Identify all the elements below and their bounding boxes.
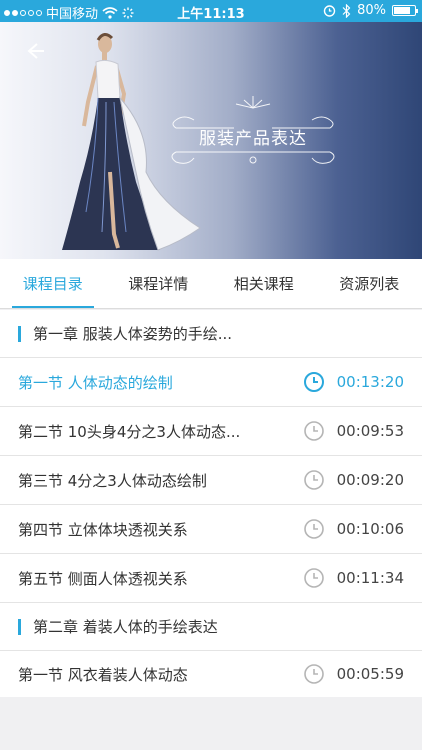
clock-icon [304, 519, 324, 539]
chapter-header[interactable]: 第一章 服装人体姿势的手绘... [0, 310, 422, 358]
alarm-icon [323, 5, 336, 17]
lesson-item[interactable]: 第五节 侧面人体透视关系 00:11:34 [0, 554, 422, 603]
banner-title: 服装产品表达 [199, 129, 307, 149]
lesson-duration: 00:13:20 [336, 373, 404, 391]
lesson-name: 第三节 4分之3人体动态绘制 [18, 471, 207, 490]
lesson-name: 第五节 侧面人体透视关系 [18, 569, 188, 588]
lesson-list: 第一章 服装人体姿势的手绘... 第一节 人体动态的绘制 00:13:20 第二… [0, 310, 422, 697]
chapter-marker [18, 325, 21, 342]
clock-icon [304, 470, 324, 490]
lesson-name: 第二节 10头身4分之3人体动态... [18, 422, 241, 441]
clock-icon [304, 421, 324, 441]
chapter-header[interactable]: 第二章 着装人体的手绘表达 [0, 603, 422, 651]
status-bar: 中国移动 上午11:13 80% [0, 0, 422, 22]
tab-details[interactable]: 课程详情 [106, 259, 212, 308]
status-right: 80% [323, 3, 418, 18]
lesson-item[interactable]: 第一节 风衣着装人体动态 00:05:59 [0, 651, 422, 697]
lesson-name: 第一节 人体动态的绘制 [18, 373, 173, 392]
lesson-duration: 00:11:34 [336, 569, 404, 587]
lesson-item[interactable]: 第二节 10头身4分之3人体动态... 00:09:53 [0, 407, 422, 456]
course-banner: 服装产品表达 [0, 22, 422, 259]
lesson-duration: 00:05:59 [336, 665, 404, 683]
lesson-name: 第一节 风衣着装人体动态 [18, 665, 188, 684]
bluetooth-icon [342, 3, 351, 18]
battery-percent: 80% [357, 3, 386, 18]
chapter-title: 第一章 服装人体姿势的手绘... [33, 325, 233, 343]
lesson-duration: 00:09:20 [336, 471, 404, 489]
battery-icon [392, 5, 418, 16]
lesson-item[interactable]: 第三节 4分之3人体动态绘制 00:09:20 [0, 456, 422, 505]
course-tabs: 课程目录 课程详情 相关课程 资源列表 [0, 259, 422, 309]
tab-related-courses[interactable]: 相关课程 [211, 259, 317, 308]
back-arrow-icon[interactable] [20, 36, 50, 66]
banner-title-frame: 服装产品表达 [164, 94, 342, 170]
lesson-duration: 00:10:06 [336, 520, 404, 538]
clock-icon [304, 568, 324, 588]
chapter-marker [18, 618, 21, 635]
lesson-name: 第四节 立体体块透视关系 [18, 520, 188, 539]
lesson-item[interactable]: 第四节 立体体块透视关系 00:10:06 [0, 505, 422, 554]
tab-resources[interactable]: 资源列表 [317, 259, 422, 308]
lesson-duration: 00:09:53 [336, 422, 404, 440]
chapter-title: 第二章 着装人体的手绘表达 [33, 618, 218, 636]
lesson-item[interactable]: 第一节 人体动态的绘制 00:13:20 [0, 358, 422, 407]
clock-icon [304, 664, 324, 684]
tab-catalog[interactable]: 课程目录 [0, 259, 106, 308]
clock-icon [304, 372, 324, 392]
